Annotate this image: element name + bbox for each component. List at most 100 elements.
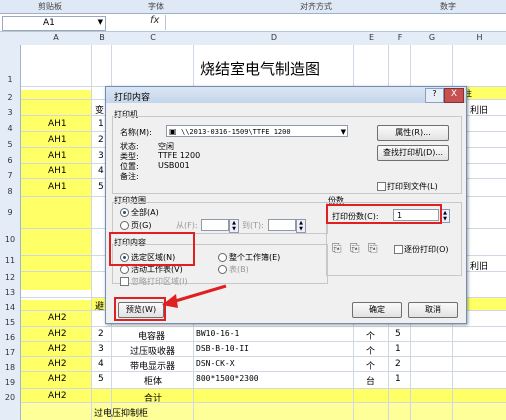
row-header[interactable]: 12 <box>0 273 20 282</box>
content-highlight <box>109 232 195 266</box>
ribbon-group-number: 数字 <box>440 2 456 11</box>
column-header-c[interactable]: C <box>112 33 194 42</box>
printer-name-select[interactable]: ▣ \\2013-0316-1509\TTFE 1200 ▼ <box>166 125 348 137</box>
collate-label: 逐份打印(O) <box>404 245 449 254</box>
row-header[interactable]: 6 <box>0 156 20 165</box>
column-header-e[interactable]: E <box>354 33 389 42</box>
to-spinner[interactable]: ▲ ▼ <box>296 219 306 233</box>
row-header[interactable]: 19 <box>0 378 20 387</box>
row-header[interactable]: 11 <box>0 256 20 265</box>
content-workbook-label: 整个工作簿(E) <box>229 253 281 262</box>
column-header-g[interactable]: G <box>411 33 453 42</box>
row-header[interactable]: 8 <box>0 187 20 196</box>
item-row-e: 个 <box>366 347 376 357</box>
annotation-arrow <box>162 284 227 308</box>
column-header-a[interactable]: A <box>21 33 91 42</box>
cell-a19: AH2 <box>48 374 67 384</box>
content-table-radio[interactable] <box>218 265 227 274</box>
item-row-c: 电容器 <box>138 332 166 342</box>
chevron-down-icon[interactable]: ▼ <box>341 126 346 138</box>
row-header[interactable]: 1 <box>0 75 20 84</box>
cell-b6: 3 <box>98 151 104 161</box>
where-value: USB001 <box>158 161 190 170</box>
row-header[interactable]: 15 <box>0 318 20 327</box>
row-header[interactable]: 7 <box>0 171 20 180</box>
content-workbook-radio[interactable] <box>218 253 227 262</box>
cell-a15: AH2 <box>48 313 67 323</box>
from-input[interactable] <box>201 219 229 231</box>
total-label: 合计 <box>144 394 163 404</box>
item-row-b: 4 <box>98 359 104 369</box>
item-row-d: 800*1500*2300 <box>196 374 259 383</box>
row-header[interactable]: 18 <box>0 363 20 372</box>
column-header-bar: A B C D E F G H <box>0 32 506 46</box>
help-button[interactable]: ? <box>425 88 444 103</box>
sheet-title: 烧结室电气制造图 <box>200 60 321 78</box>
row-header[interactable]: 5 <box>0 140 20 149</box>
item-row-e: 台 <box>366 377 376 387</box>
item-row-e: 个 <box>366 332 376 342</box>
collate-pages-icon: ⎘ <box>350 241 360 255</box>
row-header[interactable]: 20 <box>0 393 20 402</box>
row-header[interactable]: 13 <box>0 288 20 297</box>
cancel-button[interactable]: 取消 <box>408 302 458 318</box>
range-all-radio[interactable] <box>120 208 129 217</box>
cell-a8: AH1 <box>48 182 67 192</box>
column-header-h[interactable]: H <box>453 33 506 42</box>
item-row-d: BW10-16-1 <box>196 329 240 338</box>
row-header[interactable]: 4 <box>0 124 20 133</box>
to-label: 到(T): <box>242 221 264 230</box>
collate-checkbox[interactable] <box>394 245 403 254</box>
row-header[interactable]: 16 <box>0 333 20 342</box>
print-to-file-label: 打印到文件(L) <box>387 182 438 191</box>
item-row-e: 个 <box>366 362 376 372</box>
row-header[interactable]: 2 <box>0 93 20 102</box>
cell-a5: AH1 <box>48 135 67 145</box>
close-button[interactable]: X <box>444 88 464 103</box>
cell-a4: AH1 <box>48 119 67 129</box>
from-spinner[interactable]: ▲ ▼ <box>229 219 239 233</box>
cell-a16: AH2 <box>48 329 67 339</box>
printer-name-value: \\2013-0316-1509\TTFE 1200 <box>181 128 291 136</box>
row-header[interactable]: 17 <box>0 348 20 357</box>
item-row-c: 柜体 <box>144 377 163 387</box>
name-box[interactable]: A1 ▼ <box>2 16 106 31</box>
chevron-down-icon[interactable]: ▼ <box>98 18 103 26</box>
properties-button[interactable]: 属性(R)... <box>377 125 449 141</box>
column-header-d[interactable]: D <box>194 33 354 42</box>
item-row-c: 过压吸收器 <box>130 347 176 357</box>
comment-label: 备注: <box>120 172 139 181</box>
range-pages-radio[interactable] <box>120 221 129 230</box>
row-header[interactable]: 3 <box>0 108 20 117</box>
item-row-d: DSB-B-10-II <box>196 344 249 353</box>
ok-button[interactable]: 确定 <box>352 302 402 318</box>
print-to-file-checkbox[interactable] <box>377 182 386 191</box>
column-header-f[interactable]: F <box>389 33 411 42</box>
row-header[interactable]: 9 <box>0 208 20 217</box>
find-printer-button[interactable]: 查找打印机(D)... <box>377 145 449 161</box>
range-all-label: 全部(A) <box>131 208 159 217</box>
column-header-b[interactable]: B <box>92 33 112 42</box>
from-label: 从(F): <box>176 221 198 230</box>
row-header[interactable]: 14 <box>0 303 20 312</box>
cell-b3: 变 <box>95 106 105 116</box>
fx-icon[interactable]: fx <box>150 15 159 26</box>
cell-b8: 5 <box>98 182 104 192</box>
to-input[interactable] <box>268 219 296 231</box>
printer-icon: ▣ <box>169 127 177 136</box>
range-pages-label: 页(G) <box>131 221 152 230</box>
item-row-f: 2 <box>395 359 401 369</box>
printer-name-label: 名称(M): <box>120 128 152 137</box>
collate-pages-icon: ⎘ <box>332 241 342 255</box>
item-row-b: 2 <box>98 329 104 339</box>
cell-b4: 1 <box>98 119 104 129</box>
cell-a17: AH2 <box>48 344 67 354</box>
item-row-b: 3 <box>98 344 104 354</box>
content-active-radio[interactable] <box>120 265 129 274</box>
row-20-label: 过电压抑制柜 <box>94 409 149 419</box>
ignore-area-checkbox[interactable] <box>120 277 129 286</box>
dialog-titlebar[interactable]: 打印内容 ? X <box>106 87 466 103</box>
dialog-title: 打印内容 <box>114 93 151 103</box>
item-row-d: DSN-CK-X <box>196 359 235 368</box>
row-header[interactable]: 10 <box>0 235 20 244</box>
